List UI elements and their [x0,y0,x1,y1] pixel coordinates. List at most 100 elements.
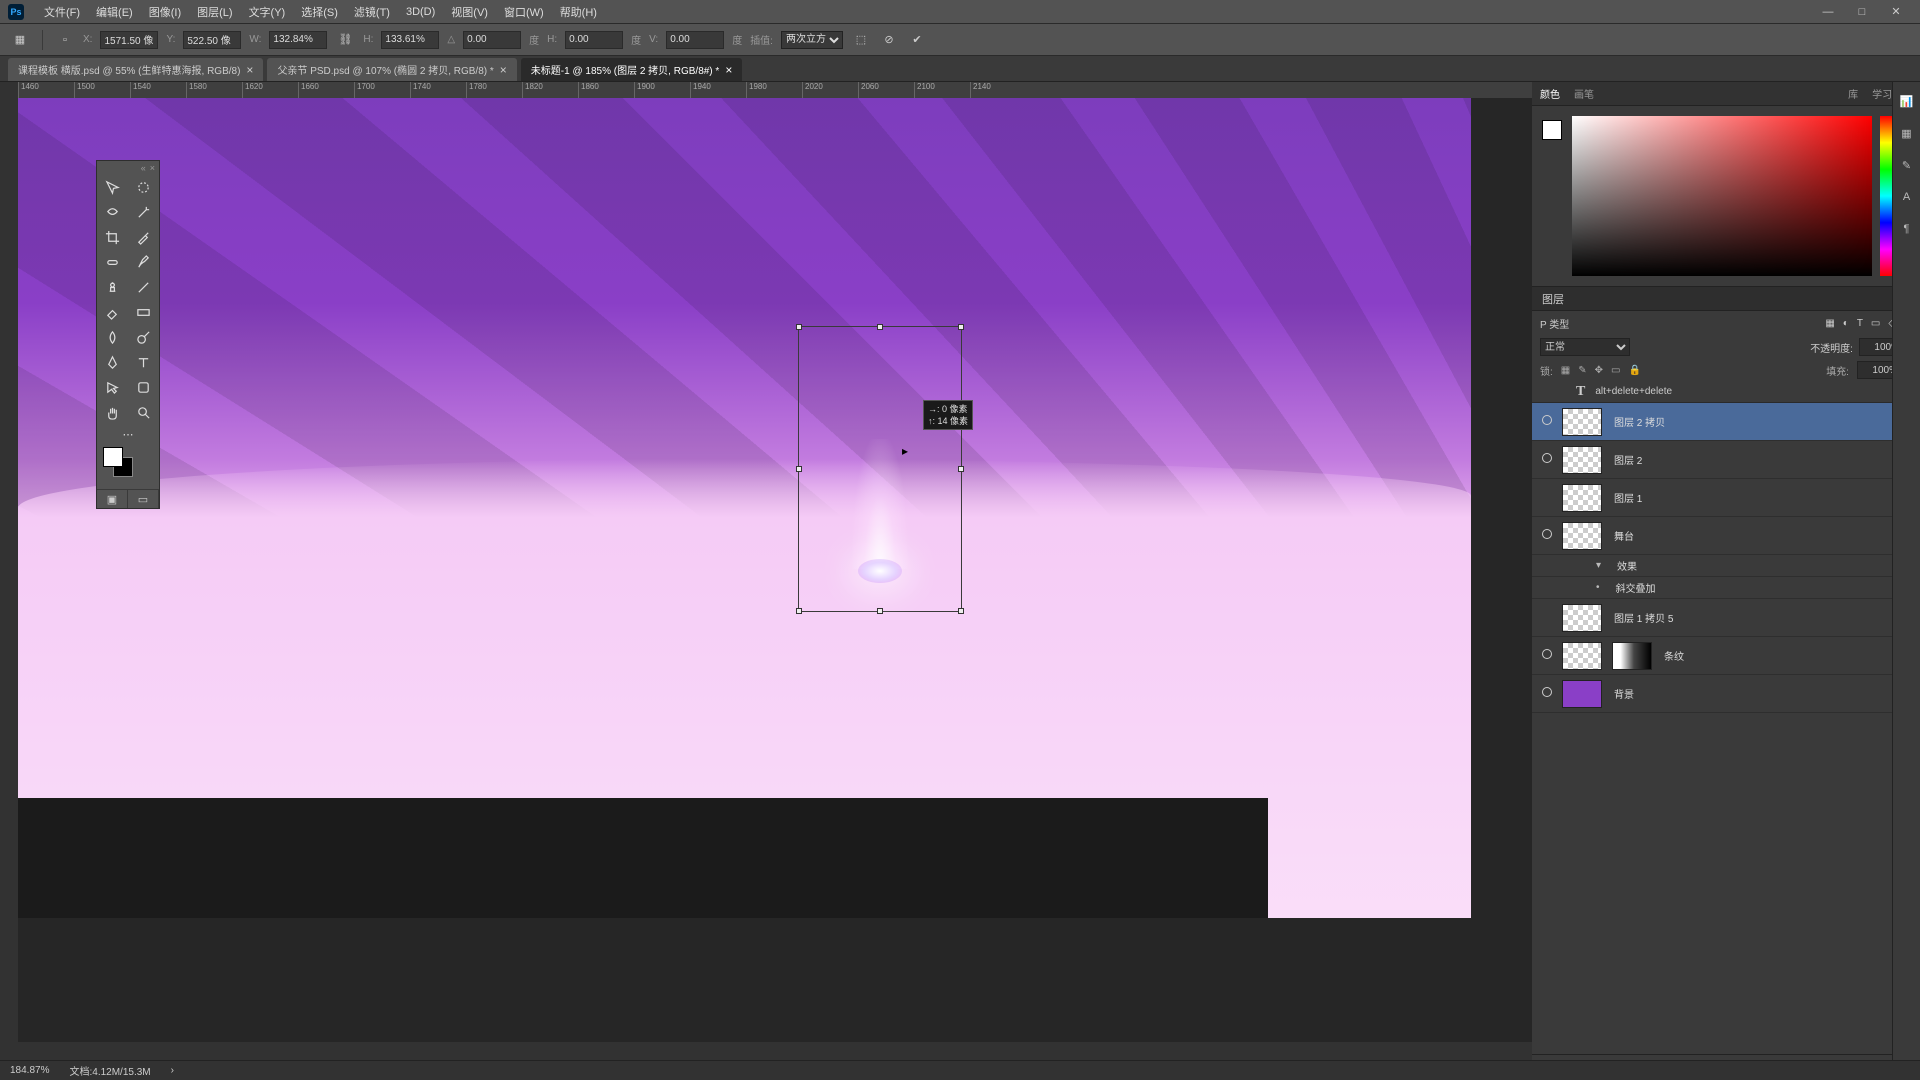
stamp-tool[interactable] [97,275,128,300]
menu-image[interactable]: 图像(I) [141,4,189,20]
crop-tool[interactable] [97,225,128,250]
layer-name[interactable]: 图层 2 [1614,452,1642,467]
zoom-level[interactable]: 184.87% [10,1065,49,1076]
brush-tool[interactable] [128,250,159,275]
layer-thumb[interactable] [1562,408,1602,436]
lock-transparent-icon[interactable]: ▦ [1561,365,1570,376]
visibility-toggle[interactable] [1538,687,1556,700]
study-tab[interactable]: 学习 [1872,86,1892,101]
paragraph-icon[interactable]: ¶ [1898,220,1916,238]
layer-mask-thumb[interactable] [1612,642,1652,670]
handle-bot-mid[interactable] [877,608,883,614]
dodge-tool[interactable] [128,325,159,350]
close-icon[interactable]: × [150,163,155,173]
layer-thumb[interactable] [1562,680,1602,708]
layer-row[interactable]: 条纹 [1532,637,1920,675]
layer-row[interactable]: 背景🔒 [1532,675,1920,713]
histogram-icon[interactable]: 📊 [1898,92,1916,110]
w-input[interactable] [269,31,327,49]
doc-tab-2[interactable]: 未标题-1 @ 185% (图层 2 拷贝, RGB/8#) *× [521,58,743,81]
menu-edit[interactable]: 编辑(E) [88,4,141,20]
fg-color-swatch[interactable] [1542,120,1562,140]
more-tools[interactable]: ⋯ [97,425,159,443]
layer-thumb[interactable] [1562,484,1602,512]
move-tool[interactable] [97,175,128,200]
color-field[interactable] [1572,116,1872,276]
layer-thumb[interactable] [1562,446,1602,474]
lock-position-icon[interactable]: ✥ [1595,365,1603,376]
blend-mode-select[interactable]: 正常 [1540,338,1630,356]
menu-view[interactable]: 视图(V) [443,4,496,20]
layer-row[interactable]: 图层 2 拷贝 [1532,403,1920,441]
layer-name[interactable]: 舞台 [1614,528,1634,543]
filter-type-icon[interactable]: T [1857,318,1863,329]
pen-tool[interactable] [97,350,128,375]
gradient-tool[interactable] [128,300,159,325]
y-input[interactable] [183,31,241,49]
close-icon[interactable]: × [246,63,253,77]
layer-name[interactable]: 图层 1 拷贝 5 [1614,610,1673,625]
vskew-input[interactable] [666,31,724,49]
doc-size[interactable]: 文档:4.12M/15.3M [69,1063,150,1078]
transform-bounding-box[interactable] [798,326,962,612]
menu-3d[interactable]: 3D(D) [398,6,443,18]
lock-all-icon[interactable]: 🔒 [1628,365,1640,376]
blur-tool[interactable] [97,325,128,350]
reference-point-icon[interactable]: ▫ [55,30,75,50]
handle-mid-left[interactable] [796,466,802,472]
layer-name[interactable]: 条纹 [1664,648,1684,663]
angle-input[interactable] [463,31,521,49]
eraser-tool[interactable] [97,300,128,325]
layer-fx-row[interactable]: •斜交叠加 [1532,577,1920,599]
type-tool[interactable] [128,350,159,375]
close-icon[interactable]: × [500,63,507,77]
doc-tab-1[interactable]: 父亲节 PSD.psd @ 107% (椭圆 2 拷贝, RGB/8) *× [267,58,516,81]
menu-type[interactable]: 文字(Y) [241,4,294,20]
transform-icon[interactable]: ▦ [10,30,30,50]
color-tab[interactable]: 颜色 [1540,86,1560,101]
cancel-transform-icon[interactable]: ⊘ [879,30,899,50]
lock-artboard-icon[interactable]: ▭ [1611,365,1620,376]
menu-layer[interactable]: 图层(L) [189,4,240,20]
lasso-tool[interactable] [97,200,128,225]
canvas[interactable]: →: 0 像素 ↑: 14 像素 ▸ [18,98,1471,918]
handle-top-right[interactable] [958,324,964,330]
interp-select[interactable]: 两次立方 [781,31,843,49]
layer-thumb[interactable] [1562,522,1602,550]
visibility-toggle[interactable] [1538,453,1556,466]
layer-name[interactable]: 图层 1 [1614,490,1642,505]
layer-fx-row[interactable]: ▾效果 [1532,555,1920,577]
handle-top-mid[interactable] [877,324,883,330]
h-input[interactable] [381,31,439,49]
screen-mode-full-icon[interactable]: ▭ [128,490,159,508]
filter-type-label[interactable]: P 类型 [1540,316,1569,331]
collapse-icon[interactable]: « [141,163,146,173]
filter-shape-icon[interactable]: ▭ [1871,318,1880,329]
layer-thumb[interactable] [1562,642,1602,670]
doc-tab-0[interactable]: 课程模板 横版.psd @ 55% (生鲜特惠海报, RGB/8)× [8,58,263,81]
lock-paint-icon[interactable]: ✎ [1578,365,1586,376]
menu-file[interactable]: 文件(F) [36,4,88,20]
layer-name[interactable]: 背景 [1614,686,1634,701]
window-close[interactable]: ✕ [1880,3,1912,21]
chevron-right-icon[interactable]: › [171,1065,174,1076]
canvas-workspace[interactable]: →: 0 像素 ↑: 14 像素 ▸ [18,98,1532,1042]
shape-tool[interactable] [128,375,159,400]
close-icon[interactable]: × [725,63,732,77]
menu-filter[interactable]: 滤镜(T) [346,4,398,20]
window-minimize[interactable]: — [1812,3,1844,21]
eyedropper-tool[interactable] [128,225,159,250]
hand-tool[interactable] [97,400,128,425]
menu-select[interactable]: 选择(S) [293,4,346,20]
layer-row[interactable]: 图层 2 [1532,441,1920,479]
foreground-color[interactable] [103,447,123,467]
layer-row[interactable]: 舞台fx ▾ [1532,517,1920,555]
hskew-input[interactable] [565,31,623,49]
window-maximize[interactable]: □ [1846,3,1878,21]
visibility-toggle[interactable] [1538,415,1556,428]
commit-transform-icon[interactable]: ✔ [907,30,927,50]
character-icon[interactable]: A [1898,188,1916,206]
handle-mid-right[interactable] [958,466,964,472]
zoom-tool[interactable] [128,400,159,425]
brush-tab[interactable]: 画笔 [1574,86,1594,101]
